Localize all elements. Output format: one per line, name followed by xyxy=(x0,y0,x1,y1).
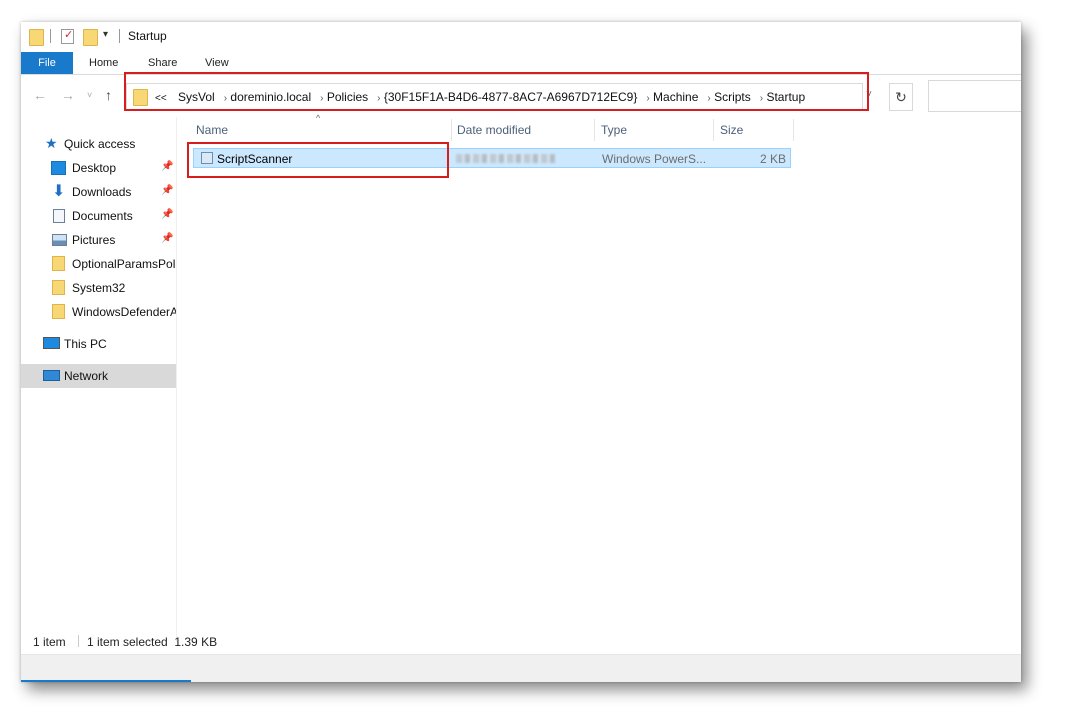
nav-desktop[interactable]: Desktop 📌 xyxy=(21,156,176,180)
customize-quick-access-icon[interactable]: ▾ xyxy=(103,29,108,40)
nav-folder-system32[interactable]: System32 xyxy=(21,276,176,300)
window-title: Startup xyxy=(128,29,167,43)
nav-folder-optionalparamspol[interactable]: OptionalParamsPol xyxy=(21,252,176,276)
column-header-name[interactable]: Name xyxy=(190,119,452,141)
search-input[interactable] xyxy=(928,80,1021,112)
file-type: Windows PowerS... xyxy=(602,152,707,166)
refresh-icon[interactable]: ↻ xyxy=(889,83,913,111)
documents-icon xyxy=(53,209,65,223)
nav-folder-windowsdefender[interactable]: WindowsDefenderA xyxy=(21,300,176,324)
pin-icon[interactable]: 📌 xyxy=(161,161,173,172)
column-header-type[interactable]: Type xyxy=(595,119,714,141)
pin-icon[interactable]: 📌 xyxy=(161,185,173,196)
desktop-icon xyxy=(51,161,66,175)
network-icon xyxy=(43,370,60,381)
column-header-date-modified[interactable]: Date modified xyxy=(451,119,595,141)
date-modified-redacted xyxy=(456,154,556,163)
file-size: 2 KB xyxy=(759,152,786,166)
new-folder-icon[interactable] xyxy=(83,29,98,46)
forward-arrow-icon[interactable]: → xyxy=(61,87,75,103)
divider xyxy=(119,29,120,43)
back-arrow-icon[interactable]: ← xyxy=(33,87,47,103)
status-selection: 1 item selected 1.39 KB xyxy=(87,635,218,649)
tab-view[interactable]: View xyxy=(205,52,229,74)
folder-icon xyxy=(52,280,65,295)
nav-documents[interactable]: Documents 📌 xyxy=(21,204,176,228)
annotation-highlight-address xyxy=(124,72,869,111)
tab-home[interactable]: Home xyxy=(89,52,118,74)
folder-icon xyxy=(52,304,65,319)
pane-divider[interactable] xyxy=(176,117,177,642)
tab-share[interactable]: Share xyxy=(148,52,177,74)
tab-file[interactable]: File xyxy=(21,52,73,74)
column-header-size[interactable]: Size xyxy=(714,119,794,141)
properties-icon[interactable]: ✓ xyxy=(61,29,74,44)
nav-network[interactable]: Network xyxy=(21,364,176,388)
nav-pictures[interactable]: Pictures 📌 xyxy=(21,228,176,252)
nav-downloads[interactable]: ⬇ Downloads 📌 xyxy=(21,180,176,204)
status-bar: 1 item 1 item selected 1.39 KB xyxy=(21,630,1021,652)
status-item-count: 1 item xyxy=(33,635,66,649)
title-bar: ✓ ▾ Startup xyxy=(21,22,1021,52)
folder-icon xyxy=(29,29,44,46)
divider xyxy=(50,29,51,43)
pin-icon[interactable]: 📌 xyxy=(161,233,173,244)
computer-icon xyxy=(43,337,60,349)
folder-icon xyxy=(52,256,65,271)
annotation-highlight-file xyxy=(187,142,449,178)
horizontal-scrollbar[interactable] xyxy=(21,654,1021,682)
pictures-icon xyxy=(52,234,67,246)
recent-locations-chevron-icon[interactable]: ˅ xyxy=(87,90,92,100)
pin-icon[interactable]: 📌 xyxy=(161,209,173,220)
scroll-progress xyxy=(21,680,191,682)
status-divider xyxy=(78,635,79,647)
nav-this-pc[interactable]: This PC xyxy=(21,332,176,356)
up-arrow-icon[interactable]: ↑ xyxy=(105,87,112,103)
nav-quick-access[interactable]: ★ Quick access xyxy=(21,132,176,156)
file-explorer-window: ✓ ▾ Startup File Home Share View ← → ˅ ↑… xyxy=(21,22,1021,682)
star-icon: ★ xyxy=(45,135,58,151)
navigation-pane: ★ Quick access Desktop 📌 ⬇ Downloads 📌 D… xyxy=(21,117,176,637)
download-arrow-icon: ⬇ xyxy=(52,183,66,200)
